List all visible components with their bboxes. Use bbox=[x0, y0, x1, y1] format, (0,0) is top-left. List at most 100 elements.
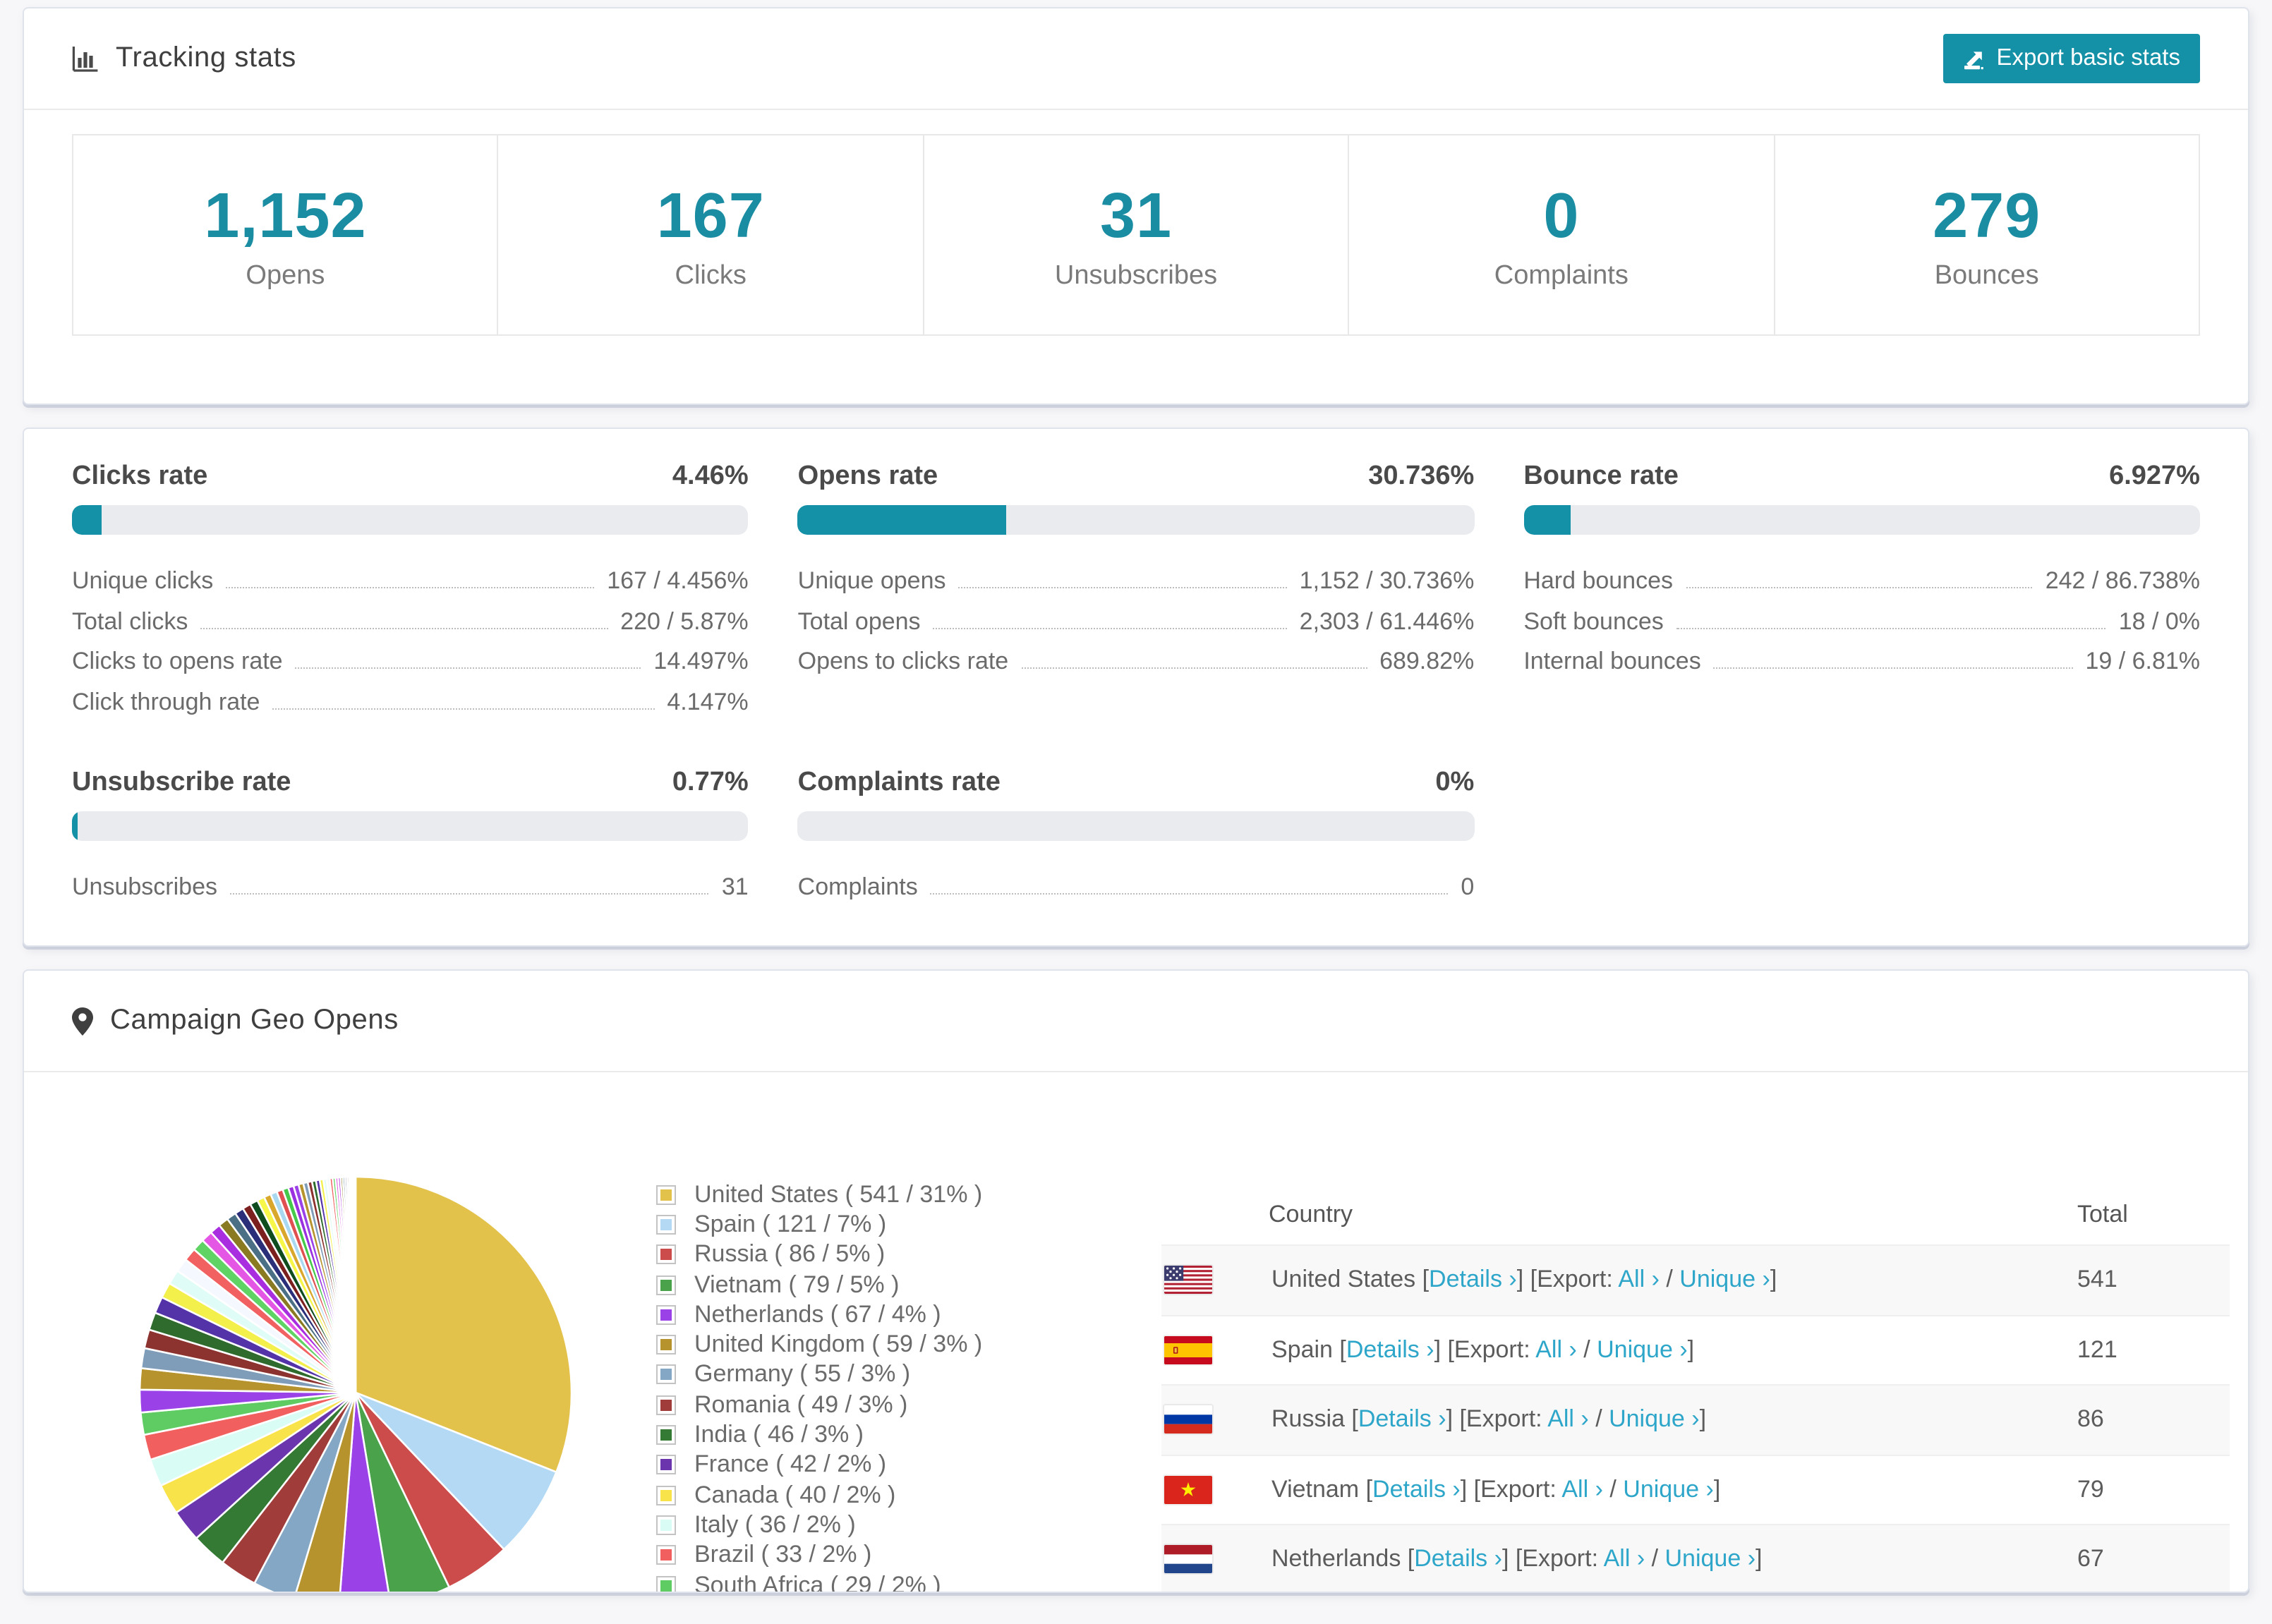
export-icon bbox=[1963, 47, 1986, 70]
rate-detail-rows: Hard bounces 242 / 86.738% Soft bounces 18 … bbox=[1523, 567, 2200, 688]
country-cell: Netherlands [Details ›] [Export: All › /… bbox=[1271, 1545, 1763, 1573]
flag-icon-ru bbox=[1164, 1405, 1212, 1434]
stat-value: 279 bbox=[1933, 178, 2041, 250]
geo-table: Country Total United States [Details ›] … bbox=[1161, 1185, 2230, 1592]
legend-item: France ( 42 / 2% ) bbox=[656, 1450, 982, 1480]
detail-value: 167 / 4.456% bbox=[607, 567, 749, 594]
legend-item: Spain ( 121 / 7% ) bbox=[656, 1210, 982, 1240]
total-cell: 121 bbox=[2077, 1335, 2117, 1363]
export-all-link[interactable]: All › bbox=[1547, 1406, 1589, 1433]
rate-detail-rows: Unsubscribes 31 bbox=[72, 873, 749, 914]
details-link[interactable]: Details › bbox=[1358, 1406, 1446, 1433]
detail-label: Hard bounces bbox=[1523, 567, 1673, 594]
detail-row: Unsubscribes 31 bbox=[72, 873, 749, 914]
country-cell: Spain [Details ›] [Export: All › / Uniqu… bbox=[1271, 1335, 1695, 1363]
detail-label: Unique opens bbox=[797, 567, 946, 594]
progress-bar bbox=[797, 811, 1475, 841]
legend-label: Russia ( 86 / 5% ) bbox=[694, 1240, 886, 1268]
rate-value: 6.927% bbox=[2109, 461, 2200, 491]
geo-pie-chart[interactable] bbox=[123, 1160, 588, 1593]
export-unique-link[interactable]: Unique › bbox=[1665, 1546, 1756, 1573]
legend-label: Italy ( 36 / 2% ) bbox=[694, 1510, 856, 1538]
rates-grid: Clicks rate 4.46% Unique clicks 167 / 4.456… bbox=[24, 429, 2248, 945]
legend-item: India ( 46 / 3% ) bbox=[656, 1420, 982, 1450]
legend-item: Germany ( 55 / 3% ) bbox=[656, 1360, 982, 1390]
dotted-leader bbox=[958, 587, 1287, 588]
legend-label: Romania ( 49 / 3% ) bbox=[694, 1390, 908, 1418]
detail-row: Total clicks 220 / 5.87% bbox=[72, 607, 749, 648]
legend-item: Brazil ( 33 / 2% ) bbox=[656, 1540, 982, 1570]
rate-detail-rows: Complaints 0 bbox=[798, 873, 1475, 914]
detail-label: Opens to clicks rate bbox=[797, 648, 1009, 674]
detail-label: Clicks to opens rate bbox=[72, 648, 283, 674]
export-basic-stats-button[interactable]: Export basic stats bbox=[1942, 34, 2200, 83]
geo-header: Campaign Geo Opens bbox=[24, 971, 2248, 1072]
progress-bar-fill bbox=[797, 505, 1006, 535]
stat-cell-clicks: 167 Clicks bbox=[499, 135, 924, 334]
detail-row: Unique clicks 167 / 4.456% bbox=[72, 567, 749, 607]
detail-row: Hard bounces 242 / 86.738% bbox=[1523, 567, 2200, 607]
country-cell: Vietnam [Details ›] [Export: All › / Uni… bbox=[1271, 1475, 1721, 1503]
stat-cell-bounces: 279 Bounces bbox=[1775, 135, 2199, 334]
details-link[interactable]: Details › bbox=[1429, 1266, 1517, 1293]
legend-label: Netherlands ( 67 / 4% ) bbox=[694, 1300, 941, 1328]
legend-swatch bbox=[656, 1515, 676, 1535]
export-all-link[interactable]: All › bbox=[1618, 1266, 1660, 1293]
dotted-leader bbox=[1021, 667, 1367, 669]
detail-label: Total clicks bbox=[72, 607, 188, 634]
export-all-link[interactable]: All › bbox=[1604, 1546, 1645, 1573]
column-header-country: Country bbox=[1269, 1201, 1353, 1228]
export-unique-link[interactable]: Unique › bbox=[1609, 1406, 1700, 1433]
export-unique-link[interactable]: Unique › bbox=[1623, 1476, 1714, 1503]
legend-label: Germany ( 55 / 3% ) bbox=[694, 1360, 911, 1388]
table-row-vn: Vietnam [Details ›] [Export: All › / Uni… bbox=[1161, 1454, 2230, 1524]
export-all-link[interactable]: All › bbox=[1535, 1336, 1577, 1363]
stat-value: 31 bbox=[1099, 178, 1173, 250]
detail-row: Total opens 2,303 / 61.446% bbox=[798, 607, 1475, 648]
rate-title: Clicks rate bbox=[72, 461, 208, 491]
progress-bar bbox=[72, 811, 749, 841]
legend-item: Canada ( 40 / 2% ) bbox=[656, 1480, 982, 1510]
rate-value: 0% bbox=[1435, 768, 1475, 797]
detail-row: Click through rate 4.147% bbox=[72, 688, 749, 728]
export-unique-link[interactable]: Unique › bbox=[1679, 1266, 1770, 1293]
rate-detail-rows: Unique clicks 167 / 4.456% Total clicks 220… bbox=[72, 567, 749, 728]
rate-panel-head: Bounce rate 6.927% bbox=[1523, 461, 2200, 492]
legend-swatch bbox=[656, 1214, 676, 1235]
dotted-leader bbox=[1713, 667, 2073, 669]
campaign-geo-opens-card: Campaign Geo Opens United States ( 541 /… bbox=[23, 969, 2249, 1593]
dotted-leader bbox=[230, 893, 709, 895]
geo-content: United States ( 541 / 31% ) Spain ( 121 /… bbox=[24, 1072, 2248, 1593]
details-link[interactable]: Details › bbox=[1372, 1476, 1461, 1503]
export-all-link[interactable]: All › bbox=[1561, 1476, 1603, 1503]
legend-label: South Africa ( 29 / 2% ) bbox=[694, 1571, 941, 1593]
tracking-stats-header: Tracking stats Export basic stats bbox=[24, 8, 2248, 110]
legend-item: South Africa ( 29 / 2% ) bbox=[656, 1570, 982, 1593]
detail-value: 18 / 0% bbox=[2118, 607, 2200, 634]
detail-value: 0 bbox=[1461, 873, 1475, 900]
legend-swatch bbox=[656, 1425, 676, 1446]
progress-bar-fill bbox=[1523, 505, 1571, 535]
details-link[interactable]: Details › bbox=[1414, 1546, 1502, 1573]
rate-panel-head: Complaints rate 0% bbox=[798, 768, 1475, 799]
detail-label: Unsubscribes bbox=[72, 873, 217, 900]
flag-icon-es bbox=[1164, 1335, 1212, 1364]
details-link[interactable]: Details › bbox=[1346, 1336, 1434, 1363]
detail-value: 220 / 5.87% bbox=[620, 607, 749, 634]
column-header-total: Total bbox=[2077, 1201, 2128, 1228]
detail-row: Complaints 0 bbox=[798, 873, 1475, 914]
legend-swatch bbox=[656, 1545, 676, 1565]
progress-bar-fill bbox=[72, 505, 102, 535]
legend-label: Spain ( 121 / 7% ) bbox=[694, 1210, 887, 1237]
legend-item: Russia ( 86 / 5% ) bbox=[656, 1240, 982, 1270]
legend-swatch bbox=[656, 1275, 676, 1295]
dotted-leader bbox=[1686, 587, 2033, 588]
dotted-leader bbox=[272, 708, 655, 709]
total-cell: 67 bbox=[2077, 1545, 2104, 1573]
export-unique-link[interactable]: Unique › bbox=[1597, 1336, 1688, 1363]
pie-legend: United States ( 541 / 31% ) Spain ( 121 /… bbox=[656, 1180, 982, 1593]
legend-item: United States ( 541 / 31% ) bbox=[656, 1180, 982, 1210]
rate-panel-unsubscribe-rate: Unsubscribe rate 0.77% Unsubscribes 31 bbox=[72, 768, 749, 914]
table-row-ru: Russia [Details ›] [Export: All › / Uniq… bbox=[1161, 1384, 2230, 1454]
legend-label: Brazil ( 33 / 2% ) bbox=[694, 1541, 872, 1568]
